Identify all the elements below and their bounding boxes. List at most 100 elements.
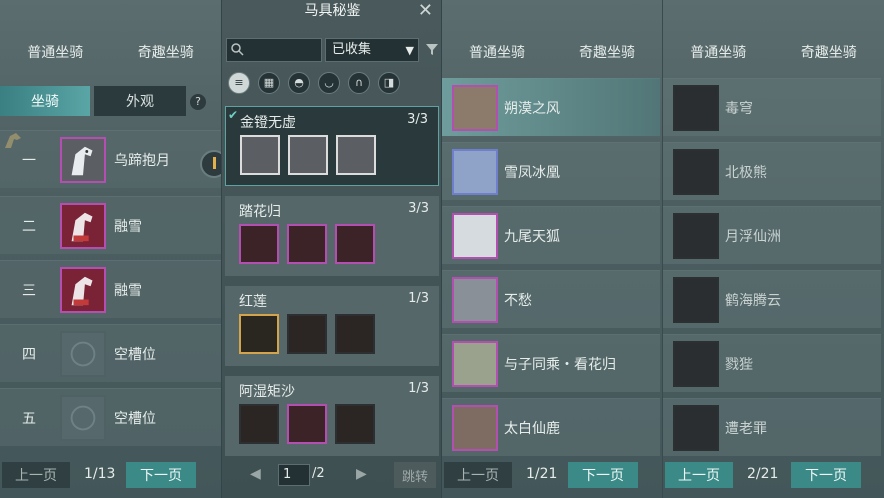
horse-armor-icon[interactable] (336, 135, 376, 175)
mount-list-item[interactable]: 九尾天狐 (442, 206, 660, 264)
mount-list-item[interactable]: 太白仙鹿 (442, 398, 660, 456)
red-horse-icon (60, 267, 106, 313)
collected-filter-select[interactable]: 已收集 ▼ (325, 38, 419, 62)
alert-icon[interactable] (200, 150, 221, 178)
prev-page-button[interactable]: 上一页 (2, 462, 70, 488)
mount-slot-row[interactable]: 二 融雪 (0, 196, 221, 254)
slot-mount-name: 融雪 (114, 219, 142, 235)
mount-list-panel: 普通坐骑 奇趣坐骑 朔漠之风 雪凤冰凰 九尾天狐 不愁 与子同乘・看花归 太白仙… (442, 0, 662, 498)
white-horse-icon (60, 137, 106, 183)
next-page-button[interactable]: 下一页 (568, 462, 638, 488)
filter-funnel-icon[interactable] (425, 42, 439, 56)
set-name: 踏花归 (239, 204, 281, 220)
mount-list-panel-page-2: 普通坐骑 奇趣坐骑 毒穹 北极熊 月浮仙洲 鹤海腾云 戮狴 遭老罪 上一页 2/… (662, 0, 884, 498)
horse-armor-icon[interactable] (335, 404, 375, 444)
tab-mount[interactable]: 坐骑 (0, 86, 90, 116)
mount-slot-row[interactable]: 一 乌蹄抱月 (0, 130, 221, 188)
tab-fun-mounts[interactable]: 奇趣坐骑 (793, 40, 865, 66)
tab-fun-mounts[interactable]: 奇趣坐骑 (571, 40, 643, 66)
slot-mount-name: 空槽位 (114, 411, 156, 427)
mount-list-item[interactable]: 月浮仙洲 (663, 206, 881, 264)
prev-page-button[interactable]: 上一页 (665, 462, 733, 488)
mount-thumbnail (673, 85, 719, 131)
slot-number: 五 (22, 411, 36, 427)
saddle-icon[interactable] (288, 135, 328, 175)
mount-name: 朔漠之风 (504, 101, 560, 117)
page-number-input[interactable]: 1 (278, 464, 310, 486)
empty-slot-icon (60, 331, 106, 377)
next-page-arrow-icon[interactable]: ▶ (356, 466, 367, 482)
tack-set-card[interactable]: 红莲 1/3 (225, 286, 439, 366)
horse-armor-icon[interactable] (335, 314, 375, 354)
rein-icon[interactable]: ◨ (378, 72, 400, 94)
tack-set-card[interactable]: 踏花归 3/3 (225, 196, 439, 276)
tab-appearance[interactable]: 外观 (94, 86, 186, 116)
mount-name: 遭老罪 (725, 421, 767, 437)
mount-name: 北极熊 (725, 165, 767, 181)
saddle-icon[interactable] (287, 314, 327, 354)
set-progress: 1/3 (408, 291, 429, 306)
tack-set-card[interactable]: ✔ 金镫无虚 3/3 (225, 106, 439, 186)
empty-slot-icon (60, 395, 106, 441)
search-input[interactable] (226, 38, 322, 62)
bridle-icon[interactable] (239, 314, 279, 354)
horse-armor-icon[interactable] (335, 224, 375, 264)
prev-page-button[interactable]: 上一页 (444, 462, 512, 488)
mount-list-item[interactable]: 毒穹 (663, 78, 881, 136)
mount-list-item[interactable]: 北极熊 (663, 142, 881, 200)
prev-page-arrow-icon[interactable]: ◀ (250, 466, 261, 482)
mount-slot-row[interactable]: 五 空槽位 (0, 388, 221, 446)
mount-slot-row[interactable]: 三 融雪 (0, 260, 221, 318)
mount-list-item[interactable]: 戮狴 (663, 334, 881, 392)
slot-mount-name: 融雪 (114, 283, 142, 299)
mount-thumbnail (673, 213, 719, 259)
saddle-icon[interactable] (287, 404, 327, 444)
checkmark-icon: ✔ (228, 108, 239, 122)
tab-normal-mounts[interactable]: 普通坐骑 (19, 40, 91, 66)
saddle-icon[interactable]: ◓ (288, 72, 310, 94)
saddle-icon[interactable] (287, 224, 327, 264)
mount-name: 不愁 (504, 293, 532, 309)
tab-normal-mounts[interactable]: 普通坐骑 (461, 40, 533, 66)
mount-list-item[interactable]: 雪凤冰凰 (442, 142, 660, 200)
mount-list-item[interactable]: 与子同乘・看花归 (442, 334, 660, 392)
armor-icon[interactable]: ◡ (318, 72, 340, 94)
mount-type-tabs: 普通坐骑 奇趣坐骑 (442, 40, 662, 66)
tab-fun-mounts[interactable]: 奇趣坐骑 (130, 40, 202, 66)
list-icon[interactable]: ≡ (228, 72, 250, 94)
mount-type-tabs: 普通坐骑 奇趣坐骑 (0, 40, 221, 66)
set-progress: 1/3 (408, 381, 429, 396)
mount-thumbnail (452, 341, 498, 387)
filter-value: 已收集 (332, 42, 372, 57)
help-icon[interactable]: ? (190, 94, 206, 110)
tack-set-card[interactable]: 阿湿矩沙 1/3 (225, 376, 439, 456)
grid-icon[interactable]: ▦ (258, 72, 280, 94)
mount-name: 与子同乘・看花归 (504, 357, 616, 373)
next-page-button[interactable]: 下一页 (791, 462, 861, 488)
mount-list-item[interactable]: 遭老罪 (663, 398, 881, 456)
mount-slots-panel: 普通坐骑 奇趣坐骑 坐骑 外观 ? 一 乌蹄抱月 二 融雪 三 融雪 四 空槽位 (0, 0, 221, 498)
bridle-icon[interactable] (239, 224, 279, 264)
tab-normal-mounts[interactable]: 普通坐骑 (682, 40, 754, 66)
mount-thumbnail (452, 85, 498, 131)
jump-button[interactable]: 跳转 (394, 462, 436, 488)
mount-list-item[interactable]: 不愁 (442, 270, 660, 328)
mount-name: 月浮仙洲 (725, 229, 781, 245)
set-progress: 3/3 (408, 201, 429, 216)
red-horse-icon (60, 203, 106, 249)
search-icon (231, 43, 244, 56)
tack-collection-panel: 马具秘鉴 ✕ 已收集 ▼ ≡ ▦ ◓ ◡ ∩ ◨ ✔ 金镫无虚 3/3 踏花归 … (221, 0, 442, 498)
mount-slot-row[interactable]: 四 空槽位 (0, 324, 221, 382)
bridle-icon[interactable] (239, 404, 279, 444)
mount-list-item[interactable]: 朔漠之风 (442, 78, 660, 136)
close-icon[interactable]: ✕ (418, 0, 433, 21)
gold-stirrup-icon[interactable] (240, 135, 280, 175)
mount-thumbnail (452, 213, 498, 259)
next-page-button[interactable]: 下一页 (126, 462, 196, 488)
chevron-down-icon: ▼ (405, 44, 414, 57)
horseshoe-icon[interactable]: ∩ (348, 72, 370, 94)
mount-name: 太白仙鹿 (504, 421, 560, 437)
slot-number: 四 (22, 347, 36, 363)
mount-thumbnail (452, 405, 498, 451)
mount-list-item[interactable]: 鹤海腾云 (663, 270, 881, 328)
